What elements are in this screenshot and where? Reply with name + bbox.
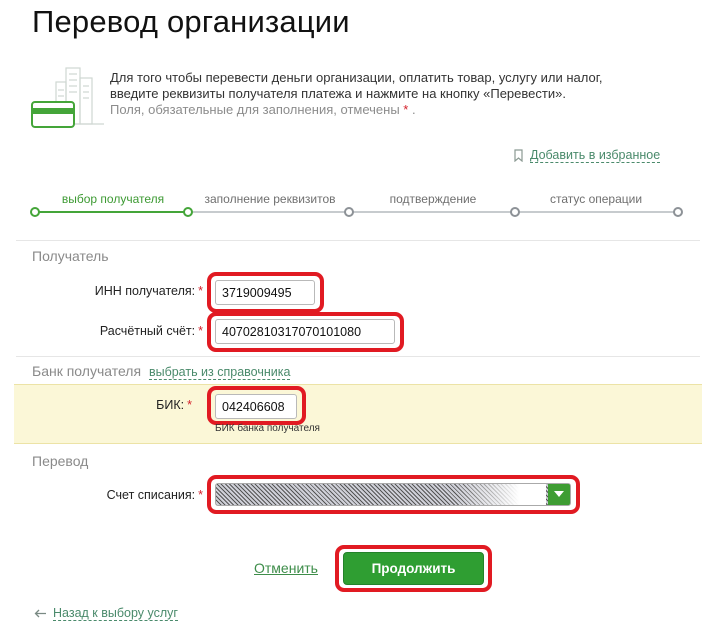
cancel-link[interactable]: Отменить [254,560,318,576]
required-star: * [403,102,409,117]
section-title-recipient: Получатель [32,248,109,264]
divider [16,356,700,357]
section-title-bank: Банк получателя [32,363,142,379]
step-dot-3 [344,207,354,217]
arrow-left-icon [34,609,46,618]
intro-text: Для того чтобы перевести деньги организа… [110,70,602,118]
dropdown-arrow-button[interactable] [548,484,570,505]
page-title: Перевод организации [32,4,350,39]
required-star: * [198,488,203,502]
bik-label-text: БИК: [156,398,185,412]
bik-input[interactable] [215,394,297,419]
steps-progress [36,211,192,213]
add-to-favorites-link[interactable]: Добавить в избранное [514,148,661,163]
divider [16,240,700,241]
intro-line-2: введите реквизиты получателя платежа и н… [110,86,566,101]
inn-input[interactable] [215,280,315,305]
required-note-end: . [411,102,416,117]
account-label-text: Расчётный счёт: [99,324,196,338]
chevron-down-icon [554,491,564,497]
section-title-transfer: Перевод [32,453,89,469]
bik-help-text: БИК банка получателя [215,423,320,434]
step-dot-5 [673,207,683,217]
bank-highlight-band [14,384,702,444]
debit-account-label-text: Счет списания: [106,488,196,502]
add-to-favorites-label: Добавить в избранное [530,148,661,163]
required-note: Поля, обязательные для заполнения, отмеч… [110,102,602,118]
account-input[interactable] [215,319,395,344]
intro-line-1: Для того чтобы перевести деньги организа… [110,70,603,85]
required-star: * [198,324,203,338]
step-label-status: статус операции [549,192,643,206]
select-fade [456,484,546,505]
progress-steps: выбор получателя заполнение реквизитов п… [30,190,684,220]
back-to-services-link[interactable]: Назад к выбору услуг [34,606,178,621]
account-label: Расчётный счёт: * [100,324,203,338]
inn-label: ИНН получателя: * [95,284,203,298]
step-dot-4 [510,207,520,217]
bookmark-icon [514,149,523,162]
required-star: * [198,284,203,298]
back-to-services-label: Назад к выбору услуг [53,606,178,621]
choose-from-directory-link[interactable]: выбрать из справочника [148,365,291,380]
step-dot-1 [30,207,40,217]
step-label-recipient: выбор получателя [61,192,165,206]
step-label-confirm: подтверждение [389,192,477,206]
debit-account-select[interactable] [215,483,571,506]
intro-block: Для того чтобы перевести деньги организа… [28,62,708,132]
bank-section-header: Банк получателя выбрать из справочника [32,363,291,380]
required-star: * [187,398,192,412]
building-card-illustration-icon [31,67,104,128]
step-dot-2 [183,207,193,217]
continue-button[interactable]: Продолжить [343,552,484,585]
bik-label: БИК: * [156,398,192,412]
required-note-text: Поля, обязательные для заполнения, отмеч… [110,102,400,117]
step-label-details: заполнение реквизитов [204,192,336,206]
inn-label-text: ИНН получателя: [94,284,196,298]
debit-account-label: Счет списания: * [107,488,203,502]
